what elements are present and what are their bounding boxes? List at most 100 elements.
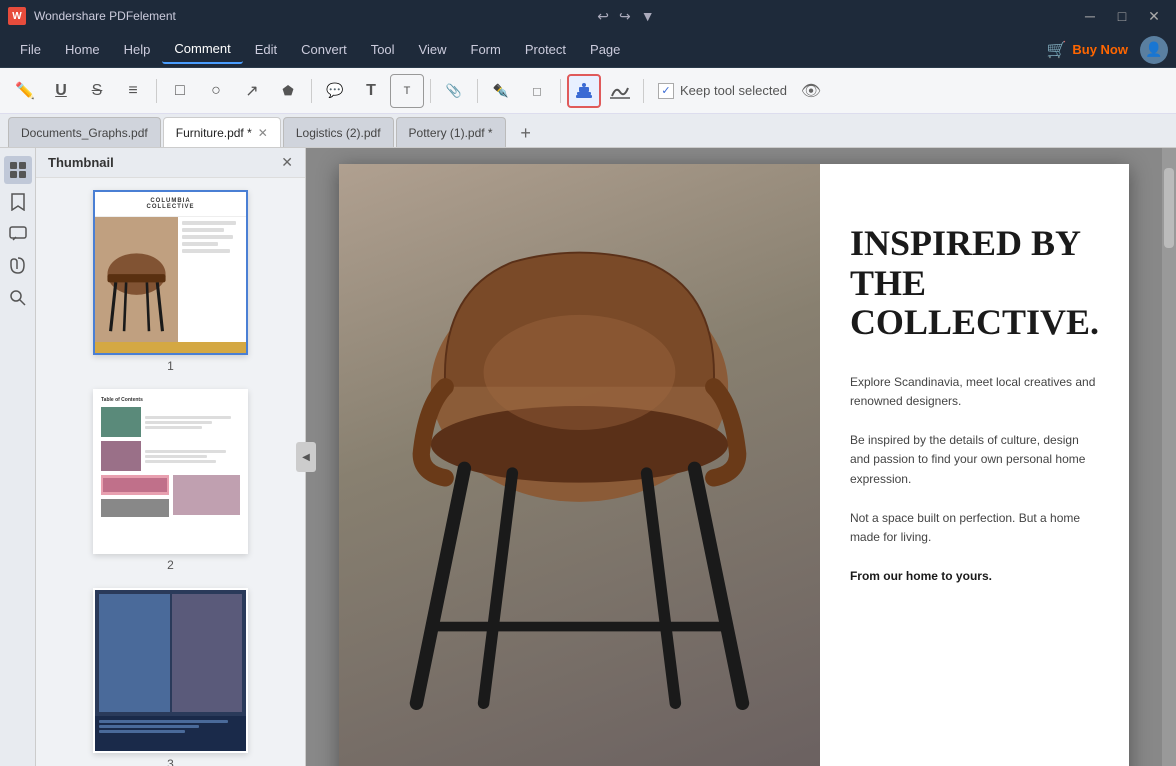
menu-convert[interactable]: Convert xyxy=(289,36,359,64)
stamp-icon xyxy=(575,82,593,100)
stamp-tool-btn[interactable] xyxy=(567,74,601,108)
thumb2-img1 xyxy=(101,407,141,437)
menu-comment[interactable]: Comment xyxy=(162,36,242,64)
signature-tool-btn[interactable] xyxy=(603,74,637,108)
thumbnails-icon xyxy=(9,161,27,179)
thumbnail-close-btn[interactable]: ✕ xyxy=(281,154,293,171)
thumb2-lines1 xyxy=(145,407,240,437)
text-tool-btn[interactable]: T xyxy=(354,74,388,108)
thumb2-title: Table of Contents xyxy=(101,397,240,403)
keep-tool-checkbox[interactable]: ✓ xyxy=(658,83,674,99)
thumb2-pink-inner xyxy=(103,478,167,492)
sidebar-attachments-btn[interactable] xyxy=(4,252,32,280)
thumbnail-page-1[interactable]: COLUMBIACOLLECTIVE xyxy=(48,190,293,373)
title-bar: W Wondershare PDFelement ↩ ↪ ▼ ─ □ ✕ xyxy=(0,0,1176,32)
preview-eye-btn[interactable]: 👁 xyxy=(797,77,825,105)
tab-logistics[interactable]: Logistics (2).pdf xyxy=(283,117,394,147)
sidebar-bookmarks-btn[interactable] xyxy=(4,188,32,216)
tab-close-furniture[interactable]: ✕ xyxy=(258,127,268,139)
minimize-button[interactable]: ─ xyxy=(1076,2,1104,30)
tab-label: Furniture.pdf * xyxy=(176,126,252,140)
comments-icon xyxy=(9,226,27,242)
menu-home[interactable]: Home xyxy=(53,36,112,64)
thumb3-top xyxy=(95,590,246,716)
buy-now-label: Buy Now xyxy=(1072,42,1128,57)
strikethrough-tool-btn[interactable]: S xyxy=(80,74,114,108)
pdf-page: INSPIRED BY THE COLLECTIVE. Explore Scan… xyxy=(339,164,1129,766)
attachment-tool-btn[interactable]: 📎 xyxy=(437,74,471,108)
buy-now-button[interactable]: 🛒 Buy Now xyxy=(1046,40,1128,60)
thumb-img-3 xyxy=(93,588,248,753)
collapse-panel-btn[interactable]: ◀ xyxy=(296,442,316,472)
thumb-img-2: Table of Contents xyxy=(93,389,248,554)
menu-form[interactable]: Form xyxy=(459,36,513,64)
thumb2-right-bottom xyxy=(173,475,241,515)
thumb2-row1 xyxy=(101,407,240,437)
chair-svg-container xyxy=(339,164,820,766)
scrollbar-thumb[interactable] xyxy=(1164,168,1174,248)
pen-tool-btn[interactable]: ✏️ xyxy=(8,74,42,108)
thumb1-text xyxy=(178,217,246,342)
sidebar-comments-btn[interactable] xyxy=(4,220,32,248)
pdf-para2: Be inspired by the details of culture, d… xyxy=(850,431,1099,489)
thumbnail-page-2[interactable]: Table of Contents xyxy=(48,389,293,572)
textbox-tool-btn[interactable]: T xyxy=(390,74,424,108)
close-button[interactable]: ✕ xyxy=(1140,2,1168,30)
underline-tool-btn[interactable]: U xyxy=(44,74,78,108)
maximize-button[interactable]: □ xyxy=(1108,2,1136,30)
tab-label: Documents_Graphs.pdf xyxy=(21,126,148,140)
separator4 xyxy=(477,79,478,103)
tabs-bar: Documents_Graphs.pdf Furniture.pdf * ✕ L… xyxy=(0,114,1176,148)
menu-page[interactable]: Page xyxy=(578,36,632,64)
user-avatar[interactable]: 👤 xyxy=(1140,36,1168,64)
thumb2-bottom xyxy=(101,475,240,517)
menu-file[interactable]: File xyxy=(8,36,53,64)
thumbnail-panel: Thumbnail ✕ COLUMBIACOLLECTIVE xyxy=(36,148,306,766)
keep-tool-label: Keep tool selected xyxy=(680,83,787,98)
menu-tool[interactable]: Tool xyxy=(359,36,407,64)
cart-icon: 🛒 xyxy=(1046,40,1066,60)
title-bar-middle: ↩ ↪ ▼ xyxy=(593,8,658,25)
callout-tool-btn[interactable]: 💬 xyxy=(318,74,352,108)
tab-documents-graphs[interactable]: Documents_Graphs.pdf xyxy=(8,117,161,147)
separator3 xyxy=(430,79,431,103)
thumb-img-1: COLUMBIACOLLECTIVE xyxy=(93,190,248,355)
undo-icon[interactable]: ↩ xyxy=(593,8,613,25)
eraser-tool-btn[interactable]: ◻ xyxy=(520,74,554,108)
polygon-tool-btn[interactable]: ⬟ xyxy=(271,74,305,108)
thumbnail-page-3[interactable]: 3 xyxy=(48,588,293,766)
menu-edit[interactable]: Edit xyxy=(243,36,289,64)
recent-icon[interactable]: ▼ xyxy=(637,8,659,24)
sidebar-icons xyxy=(0,148,36,766)
thumb1-header: COLUMBIACOLLECTIVE xyxy=(95,192,246,217)
thumb3-bottom xyxy=(95,716,246,751)
chair-illustration xyxy=(339,195,820,751)
tab-pottery[interactable]: Pottery (1).pdf * xyxy=(396,117,506,147)
highlight-tool-btn[interactable]: ≡ xyxy=(116,74,150,108)
keep-tool-area: ✓ Keep tool selected xyxy=(658,83,787,99)
menu-bar: File Home Help Comment Edit Convert Tool… xyxy=(0,32,1176,68)
thumb-number-3: 3 xyxy=(167,757,174,766)
redo-icon[interactable]: ↪ xyxy=(615,8,635,25)
sidebar-search-btn[interactable] xyxy=(4,284,32,312)
sidebar-thumbnails-btn[interactable] xyxy=(4,156,32,184)
rectangle-tool-btn[interactable]: □ xyxy=(163,74,197,108)
tab-furniture[interactable]: Furniture.pdf * ✕ xyxy=(163,117,281,147)
window-controls: ─ □ ✕ xyxy=(1076,2,1168,30)
pdf-scrollbar[interactable] xyxy=(1162,148,1176,766)
thumbnail-header: Thumbnail ✕ xyxy=(36,148,305,178)
add-tab-button[interactable]: + xyxy=(512,119,540,147)
separator1 xyxy=(156,79,157,103)
pdf-para3: Not a space built on perfection. But a h… xyxy=(850,509,1099,547)
menu-view[interactable]: View xyxy=(407,36,459,64)
thumb2-lines2 xyxy=(145,441,240,471)
pencil-draw-tool-btn[interactable]: ✒️ xyxy=(484,74,518,108)
app-title: Wondershare PDFelement xyxy=(34,9,176,23)
menu-protect[interactable]: Protect xyxy=(513,36,578,64)
separator2 xyxy=(311,79,312,103)
thumbnail-title: Thumbnail xyxy=(48,155,114,170)
arrow-tool-btn[interactable]: ↗ xyxy=(235,74,269,108)
menu-help[interactable]: Help xyxy=(112,36,163,64)
ellipse-tool-btn[interactable]: ○ xyxy=(199,74,233,108)
pdf-text-content: INSPIRED BY THE COLLECTIVE. Explore Scan… xyxy=(820,164,1129,766)
